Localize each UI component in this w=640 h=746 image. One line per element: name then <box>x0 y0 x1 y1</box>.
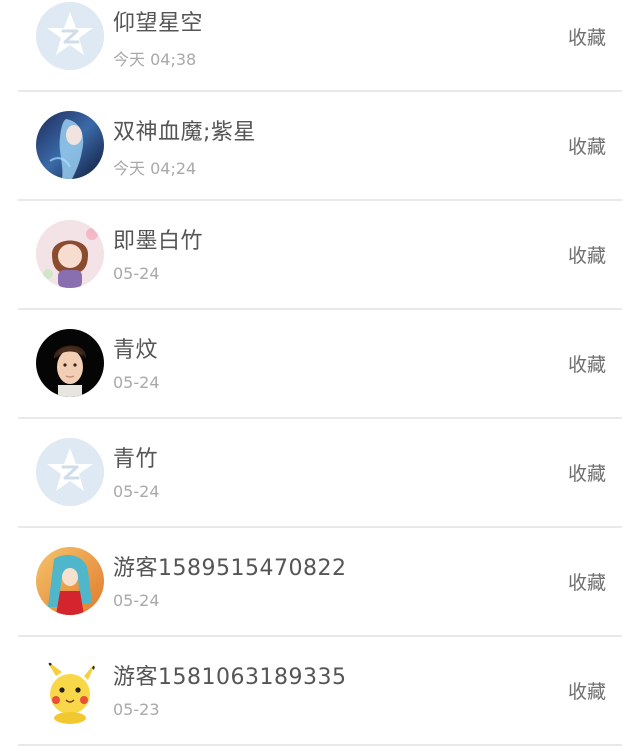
anime-girl-red-dress-avatar[interactable] <box>36 547 104 615</box>
qq-default-avatar[interactable] <box>36 438 104 506</box>
anime-girl-brown-hair-avatar-icon <box>36 220 104 288</box>
contact-name: 游客1581063189335 <box>113 665 347 690</box>
qq-default-avatar-icon <box>36 2 104 70</box>
contact-name: 青竹 <box>113 447 159 472</box>
contact-name: 双神血魔;紫星 <box>113 120 256 145</box>
contact-name: 青炆 <box>113 338 159 363</box>
list-item[interactable]: 即墨白竹 05-24 收藏 <box>18 201 622 310</box>
anime-boy-avatar[interactable] <box>36 329 104 397</box>
anime-girl-blue-avatar[interactable] <box>36 111 104 179</box>
contact-time: 05-24 <box>113 482 160 501</box>
favorite-button[interactable]: 收藏 <box>568 23 606 50</box>
list-item[interactable]: 游客1589515470822 05-24 收藏 <box>18 528 622 637</box>
contact-name: 仰望星空 <box>113 11 204 36</box>
favorite-button[interactable]: 收藏 <box>568 241 606 268</box>
contact-time: 05-24 <box>113 591 160 610</box>
pikachu-avatar[interactable] <box>36 656 104 724</box>
favorite-button[interactable]: 收藏 <box>568 459 606 486</box>
pikachu-avatar-icon <box>36 656 104 724</box>
list-item[interactable]: 仰望星空 今天 04;38 收藏 <box>18 0 622 92</box>
contact-name: 即墨白竹 <box>113 229 204 254</box>
contact-time: 今天 04;24 <box>113 159 197 178</box>
contact-time: 05-24 <box>113 264 160 283</box>
contact-list: 仰望星空 今天 04;38 收藏 双神血魔;紫星 今天 04;24 收藏 即墨白… <box>0 0 640 746</box>
anime-girl-red-dress-avatar-icon <box>36 547 104 615</box>
contact-time: 05-24 <box>113 373 160 392</box>
favorite-button[interactable]: 收藏 <box>568 350 606 377</box>
anime-girl-brown-hair-avatar[interactable] <box>36 220 104 288</box>
favorite-button[interactable]: 收藏 <box>568 568 606 595</box>
anime-girl-blue-avatar-icon <box>36 111 104 179</box>
contact-name: 游客1589515470822 <box>113 556 347 581</box>
qq-default-avatar-icon <box>36 438 104 506</box>
favorite-button[interactable]: 收藏 <box>568 132 606 159</box>
list-item[interactable]: 青竹 05-24 收藏 <box>18 419 622 528</box>
list-item[interactable]: 游客1581063189335 05-23 收藏 <box>18 637 622 746</box>
qq-default-avatar[interactable] <box>36 2 104 70</box>
favorite-button[interactable]: 收藏 <box>568 677 606 704</box>
list-item[interactable]: 青炆 05-24 收藏 <box>18 310 622 419</box>
contact-time: 今天 04;38 <box>113 50 197 69</box>
list-item[interactable]: 双神血魔;紫星 今天 04;24 收藏 <box>18 92 622 201</box>
anime-boy-avatar-icon <box>36 329 104 397</box>
contact-time: 05-23 <box>113 700 160 719</box>
